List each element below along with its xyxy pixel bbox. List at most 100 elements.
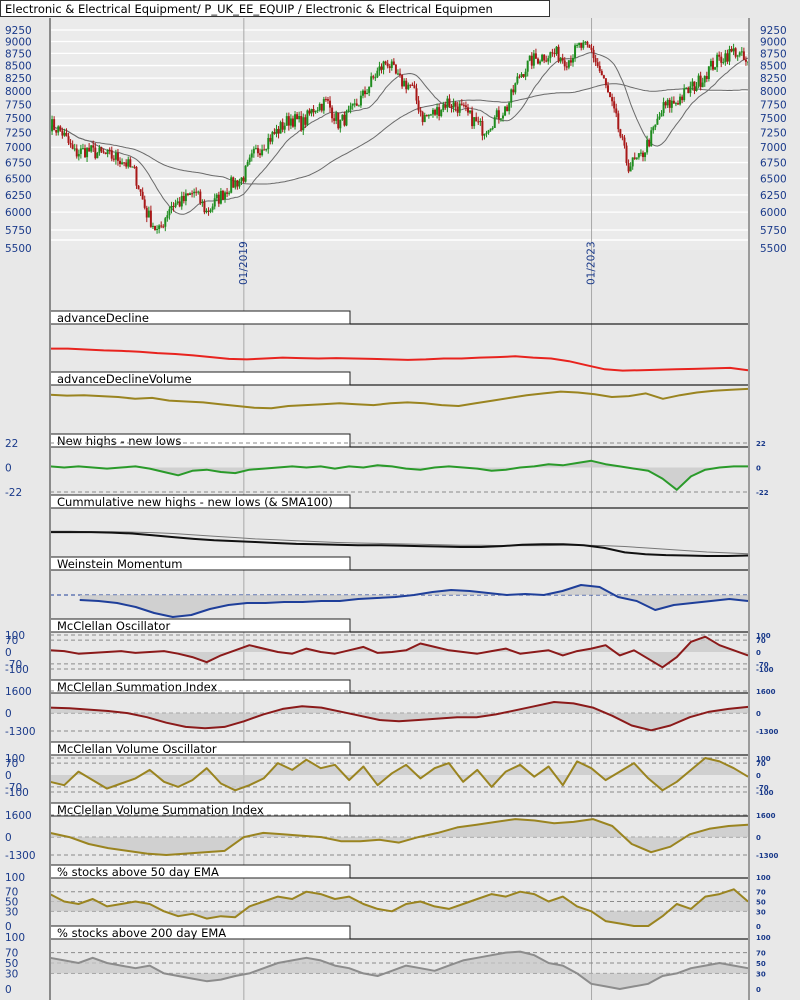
- candle-body: [508, 102, 511, 112]
- data-point: [163, 650, 165, 652]
- candle-body: [543, 54, 546, 61]
- data-point: [673, 604, 675, 606]
- data-point: [469, 590, 471, 592]
- data-point: [377, 975, 379, 977]
- data-point: [334, 468, 336, 470]
- candle-body: [744, 59, 747, 62]
- data-point: [295, 543, 297, 545]
- candle-body: [271, 132, 274, 142]
- data-point: [457, 405, 460, 407]
- data-point: [134, 398, 136, 400]
- candle-body: [405, 80, 408, 90]
- candle-body: [215, 194, 218, 199]
- data-point: [708, 828, 710, 830]
- data-point: [63, 959, 65, 962]
- data-point: [534, 819, 536, 822]
- data-point: [495, 713, 497, 716]
- data-point: [219, 403, 221, 405]
- candle-body: [464, 105, 467, 108]
- data-point: [253, 407, 255, 409]
- data-point: [603, 547, 605, 549]
- candle-body: [536, 58, 539, 64]
- candle-body: [440, 110, 443, 116]
- data-point: [357, 598, 359, 600]
- candle-body: [53, 119, 56, 130]
- data-point: [355, 403, 358, 405]
- panel-title: Cummulative new highs - new lows (& SMA1…: [57, 495, 333, 509]
- panel-y-label-right: 0: [756, 772, 761, 780]
- data-point: [63, 466, 65, 469]
- candle-body: [399, 73, 402, 76]
- data-point: [206, 661, 208, 663]
- data-point: [462, 781, 464, 783]
- data-point: [220, 471, 222, 473]
- candle-body: [722, 61, 725, 63]
- candle-body: [454, 102, 457, 107]
- candle-body: [436, 107, 439, 115]
- panel-y-label-right: 1600: [756, 812, 776, 820]
- data-point: [633, 762, 635, 764]
- candle-body: [561, 57, 564, 61]
- data-point: [134, 652, 137, 654]
- data-point: [320, 600, 322, 602]
- candle-body: [67, 136, 70, 143]
- data-point: [654, 609, 656, 611]
- data-point: [604, 463, 607, 465]
- data-point: [562, 464, 564, 466]
- candle-body: [487, 130, 490, 133]
- candle-body: [347, 109, 350, 112]
- panel-pctAbove200EMA: % stocks above 200 day EMA100 10070 7050 50…: [5, 925, 771, 996]
- data-point: [106, 962, 108, 964]
- data-point: [562, 654, 564, 657]
- data-point: [277, 962, 279, 964]
- data-point: [206, 918, 208, 920]
- data-point: [398, 841, 400, 844]
- candle-body: [734, 48, 737, 57]
- data-point: [185, 853, 187, 855]
- candle-body: [298, 116, 301, 120]
- candle-body: [102, 151, 105, 153]
- candle-body: [337, 112, 340, 129]
- data-point: [304, 404, 306, 406]
- candle-body: [621, 136, 624, 138]
- candle-body: [322, 99, 325, 111]
- data-point: [282, 708, 284, 710]
- candle-body: [648, 140, 651, 147]
- data-point: [248, 784, 251, 786]
- candle-body: [483, 133, 486, 136]
- data-point: [506, 594, 508, 596]
- candle-body: [195, 191, 198, 193]
- candle-body: [580, 42, 583, 48]
- data-point: [336, 544, 339, 546]
- panel-y-label-left: -100: [5, 664, 29, 676]
- candle-body: [456, 106, 459, 113]
- data-point: [282, 833, 284, 835]
- candle-body: [606, 85, 609, 93]
- panel-cumulativeNewHighsNewLows: Cummulative new highs - new lows (& SMA1…: [49, 494, 750, 557]
- data-point: [88, 709, 90, 711]
- panel-advanceDeclineVolume: advanceDeclineVolume: [49, 371, 750, 410]
- candle-body: [203, 201, 206, 213]
- price-y-tick-left: 9000: [5, 37, 32, 49]
- data-point: [650, 851, 652, 853]
- candle-body: [687, 87, 690, 94]
- data-point: [633, 649, 635, 651]
- data-point: [63, 784, 65, 786]
- data-point: [476, 898, 478, 900]
- data-point: [448, 908, 450, 910]
- candle-body: [294, 114, 297, 127]
- candle-body: [261, 149, 264, 156]
- data-point: [320, 706, 323, 709]
- candle-body: [559, 57, 562, 62]
- candle-body: [380, 66, 383, 70]
- panel-title: Weinstein Momentum: [57, 557, 183, 571]
- panel-y-label-right: 0: [756, 649, 761, 657]
- panel-fill-area: [50, 460, 748, 490]
- candle-body: [466, 107, 469, 113]
- data-point: [264, 357, 266, 360]
- data-point: [418, 545, 421, 547]
- candle-body: [386, 63, 389, 67]
- data-point: [440, 404, 443, 406]
- data-point: [134, 967, 137, 969]
- data-point: [547, 649, 550, 651]
